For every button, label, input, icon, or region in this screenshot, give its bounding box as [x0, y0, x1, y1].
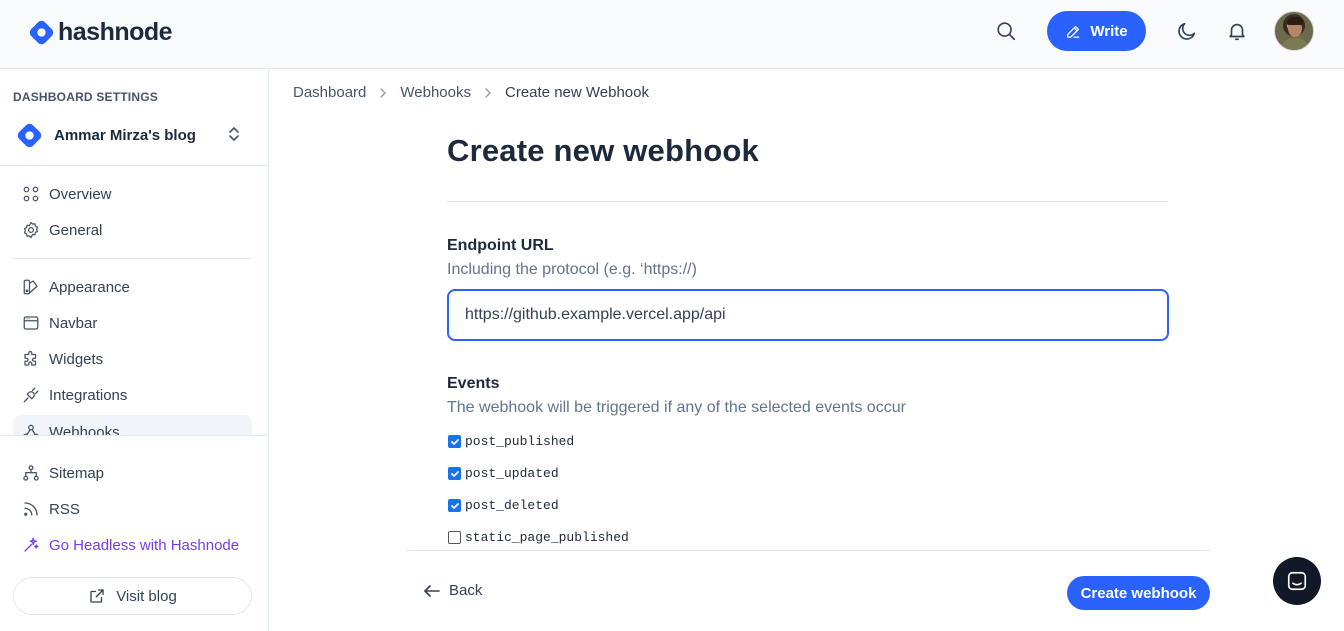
rss-icon	[21, 499, 41, 519]
visit-blog-button[interactable]: Visit blog	[13, 577, 252, 615]
sidebar-item-overview[interactable]: Overview	[13, 178, 252, 210]
back-button[interactable]: Back	[423, 582, 482, 599]
gear-icon	[21, 220, 41, 240]
events-label: Events	[447, 375, 500, 392]
blog-name: Ammar Mirza's blog	[54, 126, 196, 144]
search-icon[interactable]	[993, 18, 1019, 44]
sidebar-item-integrations[interactable]: Integrations	[13, 379, 252, 411]
moon-icon[interactable]	[1174, 18, 1200, 44]
pencil-icon	[1067, 25, 1080, 38]
visit-blog-label: Visit blog	[116, 587, 177, 605]
event-name: post_published	[465, 434, 575, 449]
checkbox-checked[interactable]	[448, 467, 461, 480]
appearance-icon	[21, 277, 41, 297]
breadcrumb-current: Create new Webhook	[505, 84, 649, 101]
title-divider	[447, 201, 1168, 202]
sidebar-item-label: General	[49, 221, 103, 239]
write-button[interactable]: Write	[1047, 11, 1146, 51]
sidebar-item-label: Appearance	[49, 278, 130, 296]
sidebar-item-appearance[interactable]: Appearance	[13, 271, 252, 303]
sidebar-item-label: Navbar	[49, 314, 98, 332]
hashnode-logo[interactable]: hashnode	[29, 18, 173, 47]
create-webhook-button[interactable]: Create webhook	[1067, 576, 1210, 610]
event-name: post_updated	[465, 466, 559, 481]
event-name: post_deleted	[465, 498, 559, 513]
chat-icon	[1287, 571, 1307, 591]
external-link-icon	[90, 589, 104, 603]
sidebar-item-label: RSS	[49, 500, 80, 518]
breadcrumb-webhooks[interactable]: Webhooks	[400, 84, 471, 101]
sidebar-item-general[interactable]: General	[13, 214, 252, 246]
sidebar-item-label: Integrations	[49, 386, 128, 404]
page-title: Create new webhook	[447, 133, 759, 168]
endpoint-url-label: Endpoint URL	[447, 237, 554, 254]
sitemap-icon	[21, 463, 41, 483]
create-webhook-label: Create webhook	[1080, 584, 1197, 602]
event-post-updated[interactable]: post_updated	[448, 466, 559, 481]
bell-icon[interactable]	[1224, 18, 1250, 44]
plug-icon	[21, 385, 41, 405]
breadcrumb: Dashboard Webhooks Create new Webhook	[293, 84, 649, 101]
arrow-left-icon	[424, 584, 440, 597]
top-bar: hashnode Write	[0, 0, 1344, 69]
footer-divider	[405, 550, 1210, 551]
sidebar-item-sitemap[interactable]: Sitemap	[13, 457, 252, 489]
brand-name: hashnode	[58, 18, 173, 46]
breadcrumb-dashboard[interactable]: Dashboard	[293, 84, 366, 101]
sparkle-icon	[21, 535, 41, 555]
sidebar-item-rss[interactable]: RSS	[13, 493, 252, 525]
navbar-icon	[21, 313, 41, 333]
chevron-right-icon	[379, 87, 387, 99]
event-post-published[interactable]: post_published	[448, 434, 574, 449]
sidebar-item-widgets[interactable]: Widgets	[13, 343, 252, 375]
checkbox-checked[interactable]	[448, 499, 461, 512]
event-static-page-published[interactable]: static_page_published	[448, 530, 629, 545]
back-label: Back	[449, 582, 483, 599]
sidebar-item-go-headless[interactable]: Go Headless with Hashnode	[13, 529, 252, 561]
chat-support-button[interactable]	[1273, 557, 1321, 605]
checkbox-unchecked[interactable]	[448, 531, 461, 544]
sidebar-item-label: Go Headless with Hashnode	[49, 536, 240, 554]
chevron-right-icon	[484, 87, 492, 99]
blog-logo-icon	[17, 123, 42, 147]
endpoint-url-help: Including the protocol (e.g. ‘https://)	[447, 261, 697, 278]
sidebar-item-label: Overview	[49, 185, 112, 203]
sidebar-item-navbar[interactable]: Navbar	[13, 307, 252, 339]
blog-selector[interactable]: Ammar Mirza's blog	[17, 122, 249, 148]
endpoint-url-input[interactable]	[447, 289, 1169, 341]
write-label: Write	[1090, 22, 1128, 40]
chevron-up-down-icon	[229, 127, 239, 141]
sidebar-divider	[13, 258, 252, 259]
checkbox-checked[interactable]	[448, 435, 461, 448]
sidebar-item-label: Widgets	[49, 350, 104, 368]
sidebar-item-label: Sitemap	[49, 464, 105, 482]
widgets-icon	[21, 349, 41, 369]
sidebar-divider	[0, 165, 268, 166]
sidebar-heading: DASHBOARD SETTINGS	[13, 90, 158, 104]
event-post-deleted[interactable]: post_deleted	[448, 498, 559, 513]
avatar[interactable]	[1274, 11, 1314, 51]
event-name: static_page_published	[465, 530, 629, 545]
overview-icon	[21, 184, 41, 204]
hashnode-logo-icon	[29, 20, 54, 45]
sidebar: DASHBOARD SETTINGS Ammar Mirza's blog Ov…	[0, 69, 269, 631]
events-help: The webhook will be triggered if any of …	[447, 399, 906, 416]
